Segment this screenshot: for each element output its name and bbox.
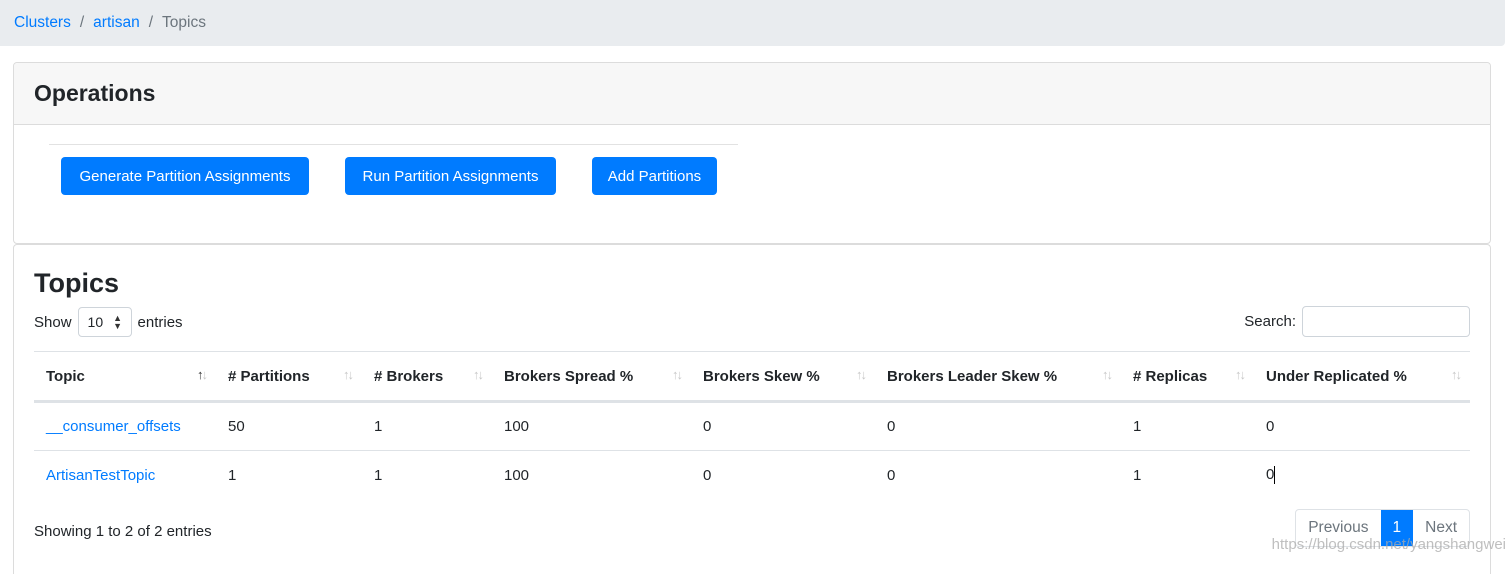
cell-topic: ArtisanTestTopic <box>34 451 216 500</box>
column-header-brokers-skew[interactable]: Brokers Skew % ↑↓ <box>691 351 875 403</box>
add-partitions-button[interactable]: Add Partitions <box>592 157 717 195</box>
topic-link[interactable]: __consumer_offsets <box>46 418 181 435</box>
show-label: Show <box>34 313 72 331</box>
column-header-partitions[interactable]: # Partitions ↑↓ <box>216 351 362 403</box>
sort-icon: ↑↓ <box>1235 367 1246 382</box>
operations-card: Operations Generate Partition Assignment… <box>13 62 1491 244</box>
entries-length-control: Show 10 ▲ ▼ entries <box>34 307 183 337</box>
sort-icon: ↑↓ <box>1102 367 1113 382</box>
column-header-brokers-leader-skew[interactable]: Brokers Leader Skew % ↑↓ <box>875 351 1121 403</box>
cell-brokers: 1 <box>362 401 492 451</box>
sort-icon: ↑↓ <box>343 367 354 382</box>
cell-brokers-skew: 0 <box>691 401 875 451</box>
column-header-replicas[interactable]: # Replicas ↑↓ <box>1121 351 1254 403</box>
breadcrumb: Clusters / artisan / Topics <box>0 0 1505 46</box>
topic-link[interactable]: ArtisanTestTopic <box>46 467 155 484</box>
cell-brokers-leader-skew: 0 <box>887 466 896 484</box>
cell-value: 0 <box>1266 466 1275 484</box>
breadcrumb-separator: / <box>148 14 154 31</box>
column-header-brokers-spread[interactable]: Brokers Spread % ↑↓ <box>492 351 691 403</box>
column-label: Topic <box>46 367 85 385</box>
breadcrumb-clusters[interactable]: Clusters <box>14 14 71 32</box>
cell-brokers-spread: 100 <box>492 401 691 451</box>
divider <box>49 144 738 145</box>
sort-icon: ↑↓ <box>1451 367 1462 382</box>
cell-partitions: 1 <box>228 466 237 484</box>
cell-under-replicated: 0 <box>1254 451 1470 500</box>
column-label: # Partitions <box>228 367 310 385</box>
cell-brokers-leader-skew: 0 <box>875 401 1121 451</box>
sort-icon: ↑↓ <box>197 367 208 382</box>
cell-under-replicated: 0 <box>1254 401 1470 451</box>
generate-partition-assignments-button[interactable]: Generate Partition Assignments <box>61 157 309 195</box>
cell-partitions: 50 <box>216 401 362 451</box>
column-label: Under Replicated % <box>1266 367 1407 385</box>
cell-replicas: 1 <box>1133 466 1142 484</box>
topics-table: Topic ↑↓ # Partitions ↑↓ # Brokers ↑↓ Broke… <box>34 351 1470 500</box>
topics-title: Topics <box>34 268 120 298</box>
search-input[interactable] <box>1302 306 1470 337</box>
breadcrumb-topics: Topics <box>162 14 206 31</box>
column-label: Brokers Spread % <box>504 367 634 385</box>
sort-icon: ↑↓ <box>672 367 683 382</box>
breadcrumb-separator: / <box>79 14 85 31</box>
sort-icon: ↑↓ <box>856 367 867 382</box>
table-info: Showing 1 to 2 of 2 entries <box>34 523 212 540</box>
topics-card: Topics Show 10 ▲ ▼ entries Search: Topic ↑… <box>13 244 1491 574</box>
column-label: Brokers Skew % <box>703 367 820 385</box>
column-label: Brokers Leader Skew % <box>887 367 1058 385</box>
cell-brokers-spread: 100 <box>504 466 530 484</box>
sort-icon: ↑↓ <box>473 367 484 382</box>
text-cursor <box>1274 466 1276 485</box>
entries-per-page-select[interactable]: 10 ▲ ▼ <box>77 307 132 337</box>
watermark: https://blog.csdn.net/yangshangwei <box>1271 536 1506 553</box>
column-header-brokers[interactable]: # Brokers ↑↓ <box>362 351 492 403</box>
column-label: # Replicas <box>1133 367 1208 385</box>
search-control: Search: <box>1244 306 1470 337</box>
entries-label: entries <box>137 313 183 331</box>
run-partition-assignments-button[interactable]: Run Partition Assignments <box>345 157 556 195</box>
search-label: Search: <box>1244 313 1296 330</box>
column-header-topic[interactable]: Topic ↑↓ <box>34 351 216 403</box>
entries-per-page-value: 10 <box>87 314 104 330</box>
column-label: # Brokers <box>374 367 444 385</box>
table-row: ArtisanTestTopic 1 1 100 0 0 1 0 <box>34 451 1470 500</box>
table-row: __consumer_offsets 50 1 100 0 0 1 0 <box>34 401 1470 451</box>
breadcrumb-artisan[interactable]: artisan <box>93 14 140 32</box>
operations-title: Operations <box>14 63 1490 125</box>
column-header-under-replicated[interactable]: Under Replicated % ↑↓ <box>1254 351 1470 403</box>
select-caret-icon: ▲ ▼ <box>113 313 123 331</box>
cell-topic: __consumer_offsets <box>34 401 216 451</box>
cell-brokers-skew: 0 <box>703 466 712 484</box>
cell-replicas: 1 <box>1121 401 1254 451</box>
cell-brokers: 1 <box>374 466 383 484</box>
table-header-row: Topic ↑↓ # Partitions ↑↓ # Brokers ↑↓ Broke… <box>34 351 1470 403</box>
